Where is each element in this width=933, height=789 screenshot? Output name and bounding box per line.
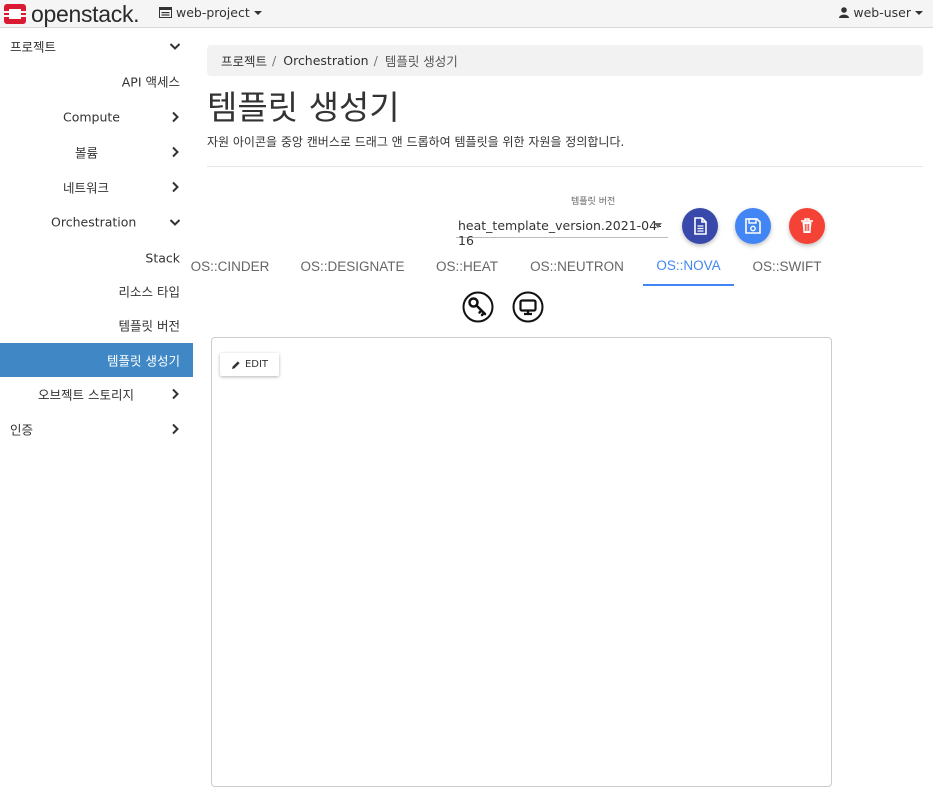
tab-label: OS::DESIGNATE <box>300 258 405 274</box>
trash-icon <box>801 218 813 233</box>
template-version-value: heat_template_version.2021-04-16 <box>458 218 662 248</box>
sidebar-item-resource-types[interactable]: 리소스 타입 <box>0 274 193 308</box>
tab-os-heat[interactable]: OS::HEAT <box>429 246 505 286</box>
breadcrumb-item-orchestration[interactable]: Orchestration <box>283 53 368 68</box>
sidebar-item-stack[interactable]: Stack <box>0 241 193 275</box>
delete-template-button[interactable] <box>789 208 825 244</box>
dropdown-arrow-icon <box>654 223 662 228</box>
tab-label: OS::NOVA <box>656 257 721 273</box>
chevron-right-icon <box>172 146 179 158</box>
tab-os-cinder[interactable]: OS::CINDER <box>190 246 270 286</box>
breadcrumb-separator: / <box>272 53 277 68</box>
sidebar-item-label: Orchestration <box>51 214 137 230</box>
key-icon[interactable] <box>462 291 494 323</box>
caret-down-icon <box>253 10 262 15</box>
chevron-right-icon <box>172 388 179 400</box>
brand-name: openstack. <box>31 1 140 27</box>
floppy-disk-icon <box>745 218 761 234</box>
sidebar-item-template-generator[interactable]: 템플릿 생성기 <box>0 343 193 377</box>
monitor-icon[interactable] <box>512 291 544 323</box>
page-description: 자원 아이콘을 중앙 캔버스로 드래그 앤 드롭하여 템플릿을 위한 자원을 정… <box>207 135 625 149</box>
breadcrumb-item-project[interactable]: 프로젝트 <box>221 51 267 70</box>
edit-label: EDIT <box>244 359 269 370</box>
pencil-icon <box>231 360 240 369</box>
project-icon <box>159 7 172 18</box>
file-icon <box>694 217 707 235</box>
sidebar-item-volumes[interactable]: 볼륨 <box>0 135 193 169</box>
sidebar-item-object-storage[interactable]: 오브젝트 스토리지 <box>0 377 193 411</box>
tab-os-neutron[interactable]: OS::NEUTRON <box>524 246 630 286</box>
tab-label: OS::SWIFT <box>752 258 822 274</box>
openstack-logo[interactable]: openstack. <box>3 1 140 27</box>
user-name: web-user <box>853 5 911 20</box>
sidebar-item-label: 오브젝트 스토리지 <box>38 387 134 403</box>
chevron-down-icon <box>169 219 181 226</box>
sidebar-item-label: 템플릿 버전 <box>118 318 180 334</box>
breadcrumb: 프로젝트 / Orchestration / 템플릿 생성기 <box>207 45 923 76</box>
save-template-button[interactable] <box>735 208 771 244</box>
sidebar-item-label: 템플릿 생성기 <box>107 353 180 369</box>
sidebar-item-label: API 액세스 <box>121 74 180 90</box>
project-switcher[interactable]: web-project <box>159 5 262 20</box>
sidebar-item-label: 리소스 타입 <box>118 284 180 300</box>
project-name: web-project <box>176 5 250 20</box>
template-canvas[interactable] <box>211 337 832 787</box>
caret-down-icon <box>915 10 923 15</box>
template-version-select[interactable]: heat_template_version.2021-04-16 <box>456 213 668 248</box>
sidebar-item-network[interactable]: 네트워크 <box>0 170 193 204</box>
user-menu[interactable]: web-user <box>839 5 923 20</box>
sidebar-nav: 프로젝트 API 액세스 Compute 볼륨 네트워크 Orchestrati… <box>0 28 193 789</box>
chevron-right-icon <box>172 423 179 435</box>
sidebar-item-identity[interactable]: 인증 <box>0 412 193 446</box>
sidebar-item-label: 프로젝트 <box>10 39 57 55</box>
template-version-label: 템플릿 버전 <box>571 197 616 207</box>
sidebar-item-project[interactable]: 프로젝트 <box>0 29 193 63</box>
user-icon <box>839 7 850 18</box>
sidebar-item-label: Stack <box>145 250 180 266</box>
divider <box>207 166 923 167</box>
openstack-logo-icon <box>3 4 27 24</box>
sidebar-item-label: 네트워크 <box>63 180 110 196</box>
chevron-right-icon <box>172 111 179 123</box>
chevron-down-icon <box>169 43 181 50</box>
tab-label: OS::CINDER <box>190 258 270 274</box>
tab-os-nova[interactable]: OS::NOVA <box>643 246 734 286</box>
page-title: 템플릿 생성기 <box>207 88 400 127</box>
chevron-right-icon <box>172 181 179 193</box>
tab-os-designate[interactable]: OS::DESIGNATE <box>296 246 409 286</box>
edit-button[interactable]: EDIT <box>220 353 279 376</box>
sidebar-item-label: Compute <box>63 109 121 125</box>
tab-os-swift[interactable]: OS::SWIFT <box>746 246 828 286</box>
sidebar-item-template-versions[interactable]: 템플릿 버전 <box>0 308 193 342</box>
breadcrumb-separator: / <box>373 53 378 68</box>
sidebar-item-api-access[interactable]: API 액세스 <box>0 64 193 98</box>
sidebar-item-compute[interactable]: Compute <box>0 100 193 134</box>
breadcrumb-item-current: 템플릿 생성기 <box>384 54 458 69</box>
sidebar-item-orchestration[interactable]: Orchestration <box>0 205 193 239</box>
tab-label: OS::NEUTRON <box>530 258 624 274</box>
sidebar-item-label: 볼륨 <box>75 145 99 161</box>
top-navbar: openstack. web-project web-user <box>0 0 933 28</box>
tab-label: OS::HEAT <box>435 258 498 274</box>
view-template-button[interactable] <box>682 208 718 244</box>
sidebar-item-label: 인증 <box>10 422 34 438</box>
